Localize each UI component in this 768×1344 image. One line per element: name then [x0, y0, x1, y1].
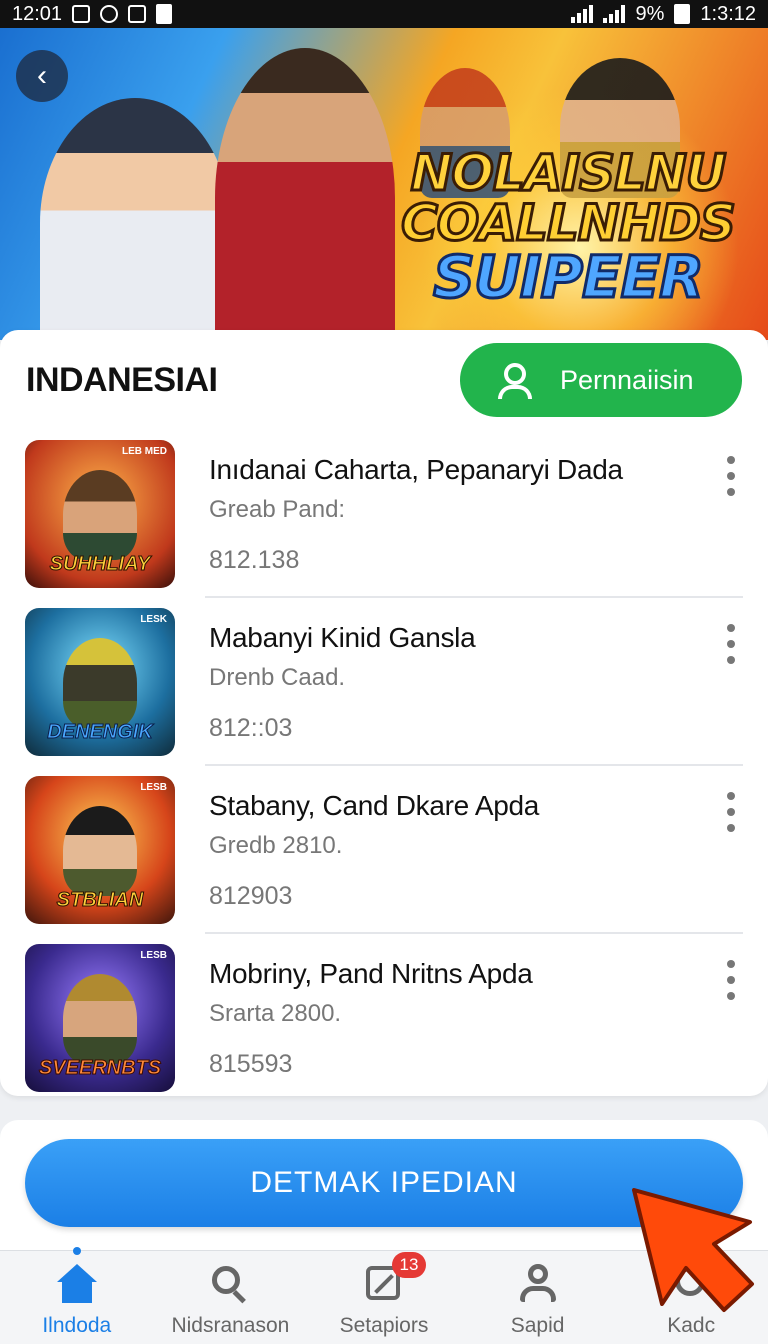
- item-title: Inıdanai Caharta, Pepanaryi Dada: [209, 453, 623, 485]
- status-bar: 12:01 9% 1:3:12: [0, 0, 768, 28]
- more-vertical-icon[interactable]: [724, 624, 738, 664]
- battery-percent: 9%: [635, 2, 665, 25]
- notification-badge: 13: [391, 1252, 426, 1278]
- nav-label: Nidsranason: [171, 1314, 290, 1337]
- item-subtitle: Srarta 2800.: [209, 999, 342, 1027]
- active-indicator: [72, 1247, 81, 1255]
- list-item[interactable]: LESB STBLIAN Stabany, Cand Dkare Apda Gr…: [0, 766, 768, 934]
- more-vertical-icon[interactable]: [724, 456, 738, 496]
- cta-button[interactable]: DETMAK IPEDIAN: [25, 1139, 743, 1227]
- list-item[interactable]: LESK DENENGIK Mabanyi Kinid Gansla Drenb…: [0, 598, 768, 766]
- item-subtitle: Gredb 2810.: [209, 831, 343, 859]
- notification-icon: [72, 5, 91, 23]
- banner-title: NOLAISLNU COALLNHDS SUIPEER: [400, 144, 738, 311]
- chevron-left-icon: ‹: [37, 59, 47, 92]
- game-thumbnail: LESK DENENGIK: [25, 608, 175, 756]
- sim-icon: [156, 4, 173, 24]
- item-subtitle: Drenb Caad.: [209, 663, 346, 691]
- tag-icon: [671, 1264, 711, 1304]
- wifi-icon: [571, 5, 594, 23]
- nav-item-home[interactable]: Ilndoda: [0, 1247, 154, 1344]
- battery-icon: [674, 4, 691, 24]
- game-thumbnail: LEB MED SUHHLIAY: [25, 440, 175, 588]
- primary-action-button[interactable]: Pernnaiisin: [460, 343, 742, 417]
- status-clock: 1:3:12: [700, 2, 756, 25]
- item-subtitle: Greab Pand:: [209, 495, 346, 523]
- card-header: INDANESIAI Pernnaiisin: [0, 330, 768, 430]
- section-title: INDANESIAI: [26, 360, 218, 399]
- more-vertical-icon[interactable]: [724, 960, 738, 1000]
- app-notification-icon: [128, 5, 147, 23]
- banner-character: [215, 48, 395, 340]
- nav-label: Sapid: [510, 1314, 565, 1337]
- primary-action-label: Pernnaiisin: [560, 364, 694, 395]
- game-thumbnail: LESB STBLIAN: [25, 776, 175, 924]
- person-icon: [498, 363, 532, 399]
- item-price: 812.138: [209, 545, 300, 574]
- back-button[interactable]: ‹: [16, 50, 68, 102]
- hero-banner: NOLAISLNU COALLNHDS SUIPEER: [0, 28, 768, 340]
- nav-item-search[interactable]: Nidsranason: [154, 1251, 308, 1344]
- game-thumbnail: LESB SVEERNBTS: [25, 944, 175, 1092]
- item-title: Stabany, Cand Dkare Apda: [209, 789, 540, 821]
- signal-icon: [603, 5, 626, 23]
- content-card: INDANESIAI Pernnaiisin LEB MED SUHHLIAY …: [0, 330, 768, 1096]
- item-title: Mobriny, Pand Nritns Apda: [209, 957, 533, 989]
- user-icon: [518, 1264, 558, 1304]
- apps-icon: 13: [364, 1252, 426, 1304]
- nav-item-profile[interactable]: Sapid: [461, 1251, 615, 1344]
- bottom-nav: Ilndoda Nidsranason 13 Setapiors Sapid K…: [0, 1247, 768, 1344]
- item-price: 812903: [209, 881, 293, 910]
- item-price: 815593: [209, 1049, 293, 1078]
- more-vertical-icon[interactable]: [724, 792, 738, 832]
- banner-character: [40, 98, 230, 340]
- search-icon: [210, 1264, 250, 1304]
- cta-label: DETMAK IPEDIAN: [250, 1166, 518, 1199]
- item-price: 812::03: [209, 713, 293, 742]
- nav-label: Setapiors: [339, 1314, 429, 1337]
- nav-label: Kadc: [667, 1314, 716, 1337]
- nav-label: Ilndoda: [42, 1314, 112, 1337]
- list-item[interactable]: LEB MED SUHHLIAY Inıdanai Caharta, Pepan…: [0, 430, 768, 598]
- list-item[interactable]: LESB SVEERNBTS Mobriny, Pand Nritns Apda…: [0, 934, 768, 1102]
- nav-item-tag[interactable]: Kadc: [614, 1251, 768, 1344]
- status-time: 12:01: [12, 2, 63, 25]
- nav-item-apps[interactable]: 13 Setapiors: [307, 1251, 461, 1344]
- home-icon: [56, 1264, 97, 1304]
- alarm-icon: [100, 5, 119, 23]
- item-title: Mabanyi Kinid Gansla: [209, 621, 476, 653]
